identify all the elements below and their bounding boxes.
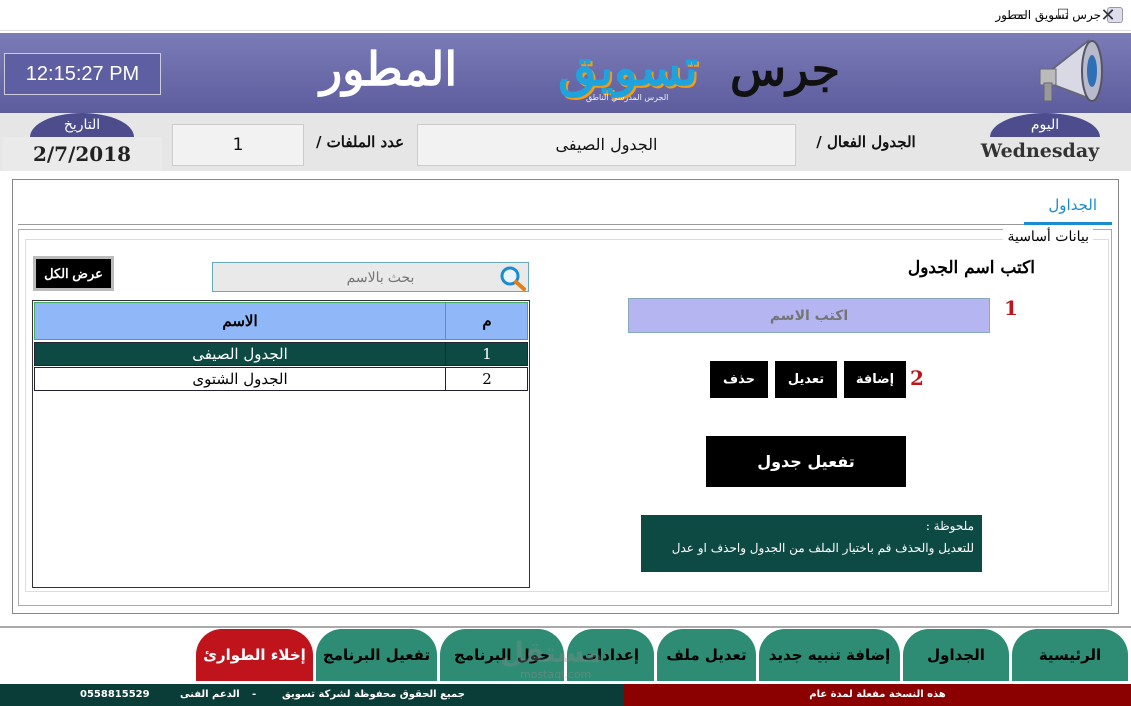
support-label: الدعم الفنى: [180, 689, 240, 700]
column-header-name[interactable]: الاسم: [35, 303, 446, 339]
files-count-value: 1: [172, 124, 304, 166]
table-row[interactable]: الجدول الشتوى 2: [34, 367, 528, 391]
license-status: هذه النسخة مفعلة لمدة عام: [624, 684, 1131, 706]
clock-display: 12:15:27 PM: [4, 53, 161, 95]
nav-tables[interactable]: الجداول: [903, 629, 1009, 681]
support-phone: 0558815529: [80, 689, 150, 700]
minimize-button[interactable]: —: [996, 0, 1042, 31]
nav-edit-file[interactable]: تعديل ملف: [657, 629, 756, 681]
step-2-marker: 2: [910, 366, 924, 390]
column-header-no[interactable]: م: [446, 303, 528, 339]
files-count-label: عدد الملفات /: [315, 133, 405, 151]
watermark-latin: mostaql.com: [520, 668, 592, 681]
note-title: ملحوظة :: [925, 519, 974, 533]
nav-activate-app[interactable]: تفعيل البرنامج: [316, 629, 437, 681]
activate-schedule-button[interactable]: تفعيل جدول: [706, 436, 906, 487]
delete-button[interactable]: حذف: [710, 361, 768, 398]
megaphone-icon: [1039, 39, 1103, 103]
active-schedule-value: الجدول الصيفى: [417, 124, 796, 166]
row-no-cell: 2: [482, 370, 492, 388]
active-schedule-label: الجدول الفعال /: [816, 133, 916, 151]
title-bar: [0, 0, 1131, 31]
edit-button[interactable]: تعديل: [775, 361, 837, 398]
table-header: الاسم م: [34, 302, 528, 340]
step-1-marker: 1: [1004, 296, 1018, 320]
schedule-name-label: اكتب اسم الجدول: [907, 258, 1035, 278]
nav-evacuation[interactable]: إخلاء الطوارئ: [196, 629, 313, 681]
watermark: مستقل: [500, 636, 603, 669]
search-icon[interactable]: [498, 264, 528, 292]
row-no-cell: 1: [482, 345, 492, 363]
add-button[interactable]: إضافة: [844, 361, 906, 398]
row-name-cell: الجدول الصيفى: [35, 343, 446, 365]
table-row[interactable]: الجدول الصيفى 1: [34, 342, 528, 366]
day-value: Wednesday: [980, 140, 1100, 162]
date-value: 2/7/2018: [2, 137, 162, 171]
maximize-button[interactable]: ☐: [1040, 0, 1086, 31]
note-box: ملحوظة : للتعديل والحذف قم باختيار الملف…: [641, 515, 982, 572]
rights-text: جميع الحقوق محفوظة لشركة تسويق: [282, 689, 465, 700]
logo-word-3: المطور: [320, 42, 458, 96]
note-text: للتعديل والحذف قم باختيار الملف من الجدو…: [671, 541, 974, 555]
schedule-name-input[interactable]: [628, 298, 990, 333]
status-separator: -: [252, 689, 257, 700]
tab-divider: [18, 224, 1112, 225]
row-name-cell: الجدول الشتوى: [35, 368, 446, 390]
close-button[interactable]: ✕: [1085, 0, 1131, 31]
logo-word-2: تسويق: [558, 38, 698, 97]
logo-word-1: جرس: [730, 42, 840, 96]
tab-schedules[interactable]: الجداول: [1048, 196, 1097, 214]
logo-subtitle: الجرس المدرسي الناطق: [586, 93, 669, 102]
search-input[interactable]: [212, 262, 529, 292]
group-title: بيانات أساسية: [1003, 229, 1093, 245]
app-logo: جرس تسويق المطور: [320, 38, 840, 108]
show-all-button[interactable]: عرض الكل: [33, 256, 114, 291]
tab-active-indicator: [1024, 222, 1112, 225]
nav-home[interactable]: الرئيسية: [1012, 629, 1128, 681]
nav-add-alert[interactable]: إضافة تنبيه جديد: [759, 629, 900, 681]
